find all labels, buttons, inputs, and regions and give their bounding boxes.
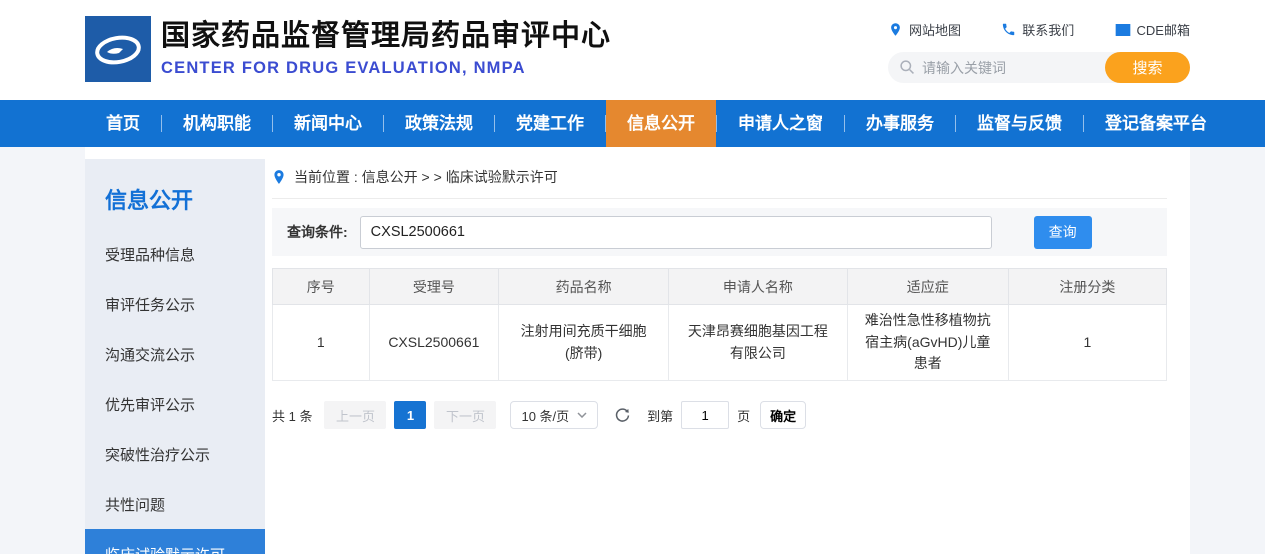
pagination-total: 共 1 条 [272, 406, 312, 425]
site-title: 国家药品监督管理局药品审评中心 [161, 20, 611, 53]
main-nav: 首页 机构职能 新闻中心 政策法规 党建工作 信息公开 申请人之窗 办事服务 监… [0, 100, 1265, 147]
site-header: 国家药品监督管理局药品审评中心 CENTER FOR DRUG EVALUATI… [0, 0, 1265, 100]
sitemap-label: 网站地图 [909, 20, 961, 39]
logo-swoosh-icon [89, 20, 147, 78]
query-input[interactable] [360, 216, 992, 249]
main-content: 当前位置 : 信息公开 > > 临床试验默示许可 查询条件: 查询 序号 受理号… [265, 147, 1190, 554]
nav-item-applicant-window[interactable]: 申请人之窗 [717, 100, 844, 147]
location-pin-icon [888, 22, 903, 37]
nav-item-news[interactable]: 新闻中心 [273, 100, 383, 147]
header-search: 搜索 [888, 52, 1190, 83]
cell-index: 1 [273, 305, 370, 381]
envelope-icon [1115, 23, 1131, 37]
breadcrumb: 当前位置 : 信息公开 > > 临床试验默示许可 [272, 167, 1167, 199]
cell-drug-name: 注射用间充质干细胞(脐带) [499, 305, 669, 381]
breadcrumb-text: 当前位置 : 信息公开 > > 临床试验默示许可 [294, 167, 558, 187]
phone-icon [1001, 22, 1016, 37]
prev-page-button[interactable]: 上一页 [324, 401, 386, 429]
col-header-indication: 适应症 [847, 269, 1008, 305]
cell-applicant-name: 天津昂赛细胞基因工程有限公司 [669, 305, 848, 381]
sidebar-item-clinical-trial-implied-license[interactable]: 临床试验默示许可 [85, 529, 265, 554]
query-label: 查询条件: [287, 222, 348, 242]
col-header-drug-name: 药品名称 [499, 269, 669, 305]
sidebar-title: 信息公开 [85, 159, 265, 229]
nav-item-party-building[interactable]: 党建工作 [495, 100, 605, 147]
sidebar-item-common-questions[interactable]: 共性问题 [85, 479, 265, 529]
chevron-down-icon [577, 412, 587, 418]
goto-confirm-button[interactable]: 确定 [760, 401, 806, 429]
col-header-acceptance-number: 受理号 [369, 269, 499, 305]
next-page-button[interactable]: 下一页 [434, 401, 496, 429]
sidebar-item-priority-review[interactable]: 优先审评公示 [85, 379, 265, 429]
goto-page-label: 到第 [647, 406, 673, 425]
current-page-button[interactable]: 1 [394, 401, 426, 429]
sidebar-item-breakthrough-therapy[interactable]: 突破性治疗公示 [85, 429, 265, 479]
sidebar: 信息公开 受理品种信息 审评任务公示 沟通交流公示 优先审评公示 突破性治疗公示… [85, 159, 265, 554]
location-pin-icon [272, 169, 286, 185]
sidebar-item-communication[interactable]: 沟通交流公示 [85, 329, 265, 379]
nav-item-supervision-feedback[interactable]: 监督与反馈 [956, 100, 1083, 147]
nav-item-policies[interactable]: 政策法规 [384, 100, 494, 147]
cde-mail-label: CDE邮箱 [1137, 20, 1190, 39]
table-header-row: 序号 受理号 药品名称 申请人名称 适应症 注册分类 [273, 269, 1167, 305]
goto-page-suffix: 页 [737, 406, 750, 425]
goto-page-input[interactable] [681, 401, 729, 429]
page-size-select[interactable]: 10 条/页 [510, 401, 598, 429]
query-bar: 查询条件: 查询 [272, 208, 1167, 256]
sidebar-item-accepted-varieties[interactable]: 受理品种信息 [85, 229, 265, 279]
col-header-applicant-name: 申请人名称 [669, 269, 848, 305]
sitemap-link[interactable]: 网站地图 [888, 20, 961, 39]
cell-indication: 难治性急性移植物抗宿主病(aGvHD)儿童患者 [847, 305, 1008, 381]
contact-label: 联系我们 [1022, 20, 1074, 39]
cde-mail-link[interactable]: CDE邮箱 [1115, 20, 1190, 39]
refresh-button[interactable] [614, 407, 631, 424]
search-icon [899, 59, 916, 76]
col-header-registration-category: 注册分类 [1008, 269, 1166, 305]
cell-registration-category: 1 [1008, 305, 1166, 381]
refresh-icon [614, 407, 631, 424]
page-size-value: 10 条/页 [521, 406, 569, 425]
site-subtitle: CENTER FOR DRUG EVALUATION, NMPA [161, 59, 611, 78]
table-row: 1 CXSL2500661 注射用间充质干细胞(脐带) 天津昂赛细胞基因工程有限… [273, 305, 1167, 381]
cell-acceptance-number: CXSL2500661 [369, 305, 499, 381]
nav-item-services[interactable]: 办事服务 [845, 100, 955, 147]
pagination: 共 1 条 上一页 1 下一页 10 条/页 到第 页 确定 [272, 401, 1167, 429]
sidebar-item-review-tasks[interactable]: 审评任务公示 [85, 279, 265, 329]
search-button[interactable]: 搜索 [1105, 52, 1190, 83]
query-button[interactable]: 查询 [1034, 216, 1092, 249]
nav-item-information-disclosure[interactable]: 信息公开 [606, 100, 716, 147]
nav-item-functions[interactable]: 机构职能 [162, 100, 272, 147]
quick-links: 网站地图 联系我们 CDE邮箱 [888, 20, 1190, 39]
nav-item-registration-platform[interactable]: 登记备案平台 [1084, 100, 1228, 147]
col-header-index: 序号 [273, 269, 370, 305]
cde-logo [85, 16, 151, 82]
contact-link[interactable]: 联系我们 [1001, 20, 1074, 39]
nav-item-home[interactable]: 首页 [85, 100, 161, 147]
results-table: 序号 受理号 药品名称 申请人名称 适应症 注册分类 1 CXSL2500661… [272, 268, 1167, 381]
